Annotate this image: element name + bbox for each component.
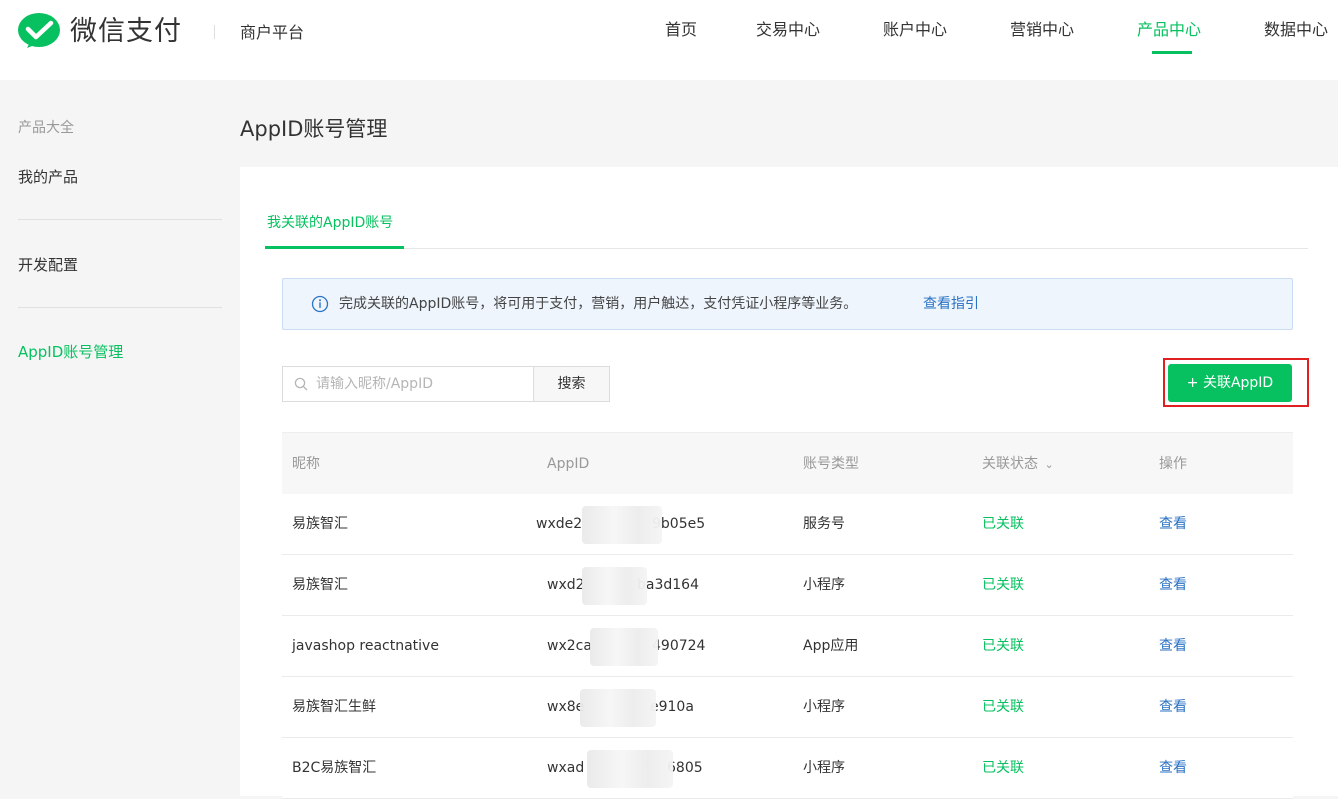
column-header-account-type: 账号类型 xyxy=(803,456,859,472)
sidebar-item-dev-config[interactable]: 开发配置 xyxy=(18,255,78,275)
cell-nickname: B2C易族智汇 xyxy=(292,760,377,776)
view-row-link[interactable]: 查看 xyxy=(1159,575,1187,595)
add-appid-button[interactable]: + 关联AppID xyxy=(1168,364,1292,402)
sidebar-group-title: 产品大全 xyxy=(18,120,74,136)
nav-item-data-center[interactable]: 数据中心 xyxy=(1264,19,1328,41)
cell-link-status: 已关联 xyxy=(982,638,1024,654)
column-header-actions: 操作 xyxy=(1159,456,1187,472)
search-box[interactable] xyxy=(282,366,534,402)
nav-item-account-center[interactable]: 账户中心 xyxy=(883,19,947,41)
cell-appid-prefix: wxad xyxy=(547,760,585,776)
sidebar-divider xyxy=(18,219,222,220)
cell-appid-prefix: wxde2 xyxy=(536,516,583,532)
view-guide-link[interactable]: 查看指引 xyxy=(923,294,979,314)
column-header-appid: AppID xyxy=(547,456,590,472)
page-title: AppID账号管理 xyxy=(240,117,388,141)
column-header-link-status[interactable]: 关联状态 ⌄ xyxy=(982,454,1054,475)
sidebar-divider xyxy=(18,307,222,308)
table-row: 易族智汇 wxde2 9b05e5 服务号 已关联 查看 xyxy=(282,494,1293,555)
info-icon xyxy=(311,295,329,313)
chevron-down-icon: ⌄ xyxy=(1044,458,1054,471)
table-row: 易族智汇 wxd2 ba3d164 小程序 已关联 查看 xyxy=(282,555,1293,616)
column-header-nickname: 昵称 xyxy=(292,456,320,472)
table-row: B2C易族智汇 wxad 6805 小程序 已关联 查看 xyxy=(282,738,1293,799)
cell-appid-prefix: wx8e xyxy=(547,699,585,715)
cell-link-status: 已关联 xyxy=(982,516,1024,532)
cell-account-type: 小程序 xyxy=(803,760,845,776)
cell-account-type: 小程序 xyxy=(803,577,845,593)
top-header: 微信支付 商户平台 首页 交易中心 账户中心 营销中心 产品中心 数据中心 xyxy=(0,0,1338,80)
cell-account-type: App应用 xyxy=(803,638,859,654)
brand-subtitle: 商户平台 xyxy=(240,23,305,42)
brand-name[interactable]: 微信支付 xyxy=(70,14,182,50)
nav-item-product-center[interactable]: 产品中心 xyxy=(1137,19,1201,41)
nav-item-marketing-center[interactable]: 营销中心 xyxy=(1010,19,1074,41)
view-row-link[interactable]: 查看 xyxy=(1159,758,1187,778)
redaction-blur xyxy=(587,750,673,788)
redaction-blur xyxy=(582,506,662,544)
nav-active-indicator xyxy=(1152,51,1192,54)
redaction-blur xyxy=(582,567,647,605)
info-notice: 完成关联的AppID账号，将可用于支付，营销，用户触达，支付凭证小程序等业务。 … xyxy=(282,278,1293,330)
cell-nickname: 易族智汇 xyxy=(292,577,348,593)
nav-item-trade-center[interactable]: 交易中心 xyxy=(756,19,820,41)
tab-active-indicator xyxy=(265,246,404,249)
cell-nickname: 易族智汇 xyxy=(292,516,348,532)
brand-divider xyxy=(214,25,215,39)
table-row: javashop reactnative wx2ca 490724 App应用 … xyxy=(282,616,1293,677)
cell-link-status: 已关联 xyxy=(982,577,1024,593)
column-header-link-status-label: 关联状态 xyxy=(982,456,1038,472)
notice-text: 完成关联的AppID账号，将可用于支付，营销，用户触达，支付凭证小程序等业务。 xyxy=(339,296,858,312)
view-row-link[interactable]: 查看 xyxy=(1159,636,1187,656)
view-row-link[interactable]: 查看 xyxy=(1159,514,1187,534)
sidebar-item-my-products[interactable]: 我的产品 xyxy=(18,167,78,187)
table-row: 易族智汇生鲜 wx8e e910a 小程序 已关联 查看 xyxy=(282,677,1293,738)
tab-linked-appid[interactable]: 我关联的AppID账号 xyxy=(267,213,393,233)
cell-account-type: 小程序 xyxy=(803,699,845,715)
table-header: 昵称 AppID 账号类型 关联状态 ⌄ 操作 xyxy=(282,432,1293,494)
cell-link-status: 已关联 xyxy=(982,760,1024,776)
tab-baseline xyxy=(265,248,1308,249)
cell-account-type: 服务号 xyxy=(803,516,845,532)
cell-link-status: 已关联 xyxy=(982,699,1024,715)
cell-appid-prefix: wxd2 xyxy=(547,577,585,593)
cell-appid-suffix: 490724 xyxy=(652,638,706,654)
search-input[interactable] xyxy=(316,367,528,401)
view-row-link[interactable]: 查看 xyxy=(1159,697,1187,717)
search-icon xyxy=(294,377,308,391)
redaction-blur xyxy=(580,689,656,727)
sidebar-item-appid-management[interactable]: AppID账号管理 xyxy=(18,342,123,362)
cell-nickname: javashop reactnative xyxy=(292,638,439,654)
cell-nickname: 易族智汇生鲜 xyxy=(292,699,376,715)
cell-appid-suffix: e910a xyxy=(650,699,694,715)
wechat-pay-logo-icon[interactable] xyxy=(17,12,61,52)
search-button[interactable]: 搜索 xyxy=(533,366,610,402)
cell-appid-prefix: wx2ca xyxy=(547,638,592,654)
nav-item-home[interactable]: 首页 xyxy=(665,19,697,41)
redaction-blur xyxy=(590,628,658,666)
